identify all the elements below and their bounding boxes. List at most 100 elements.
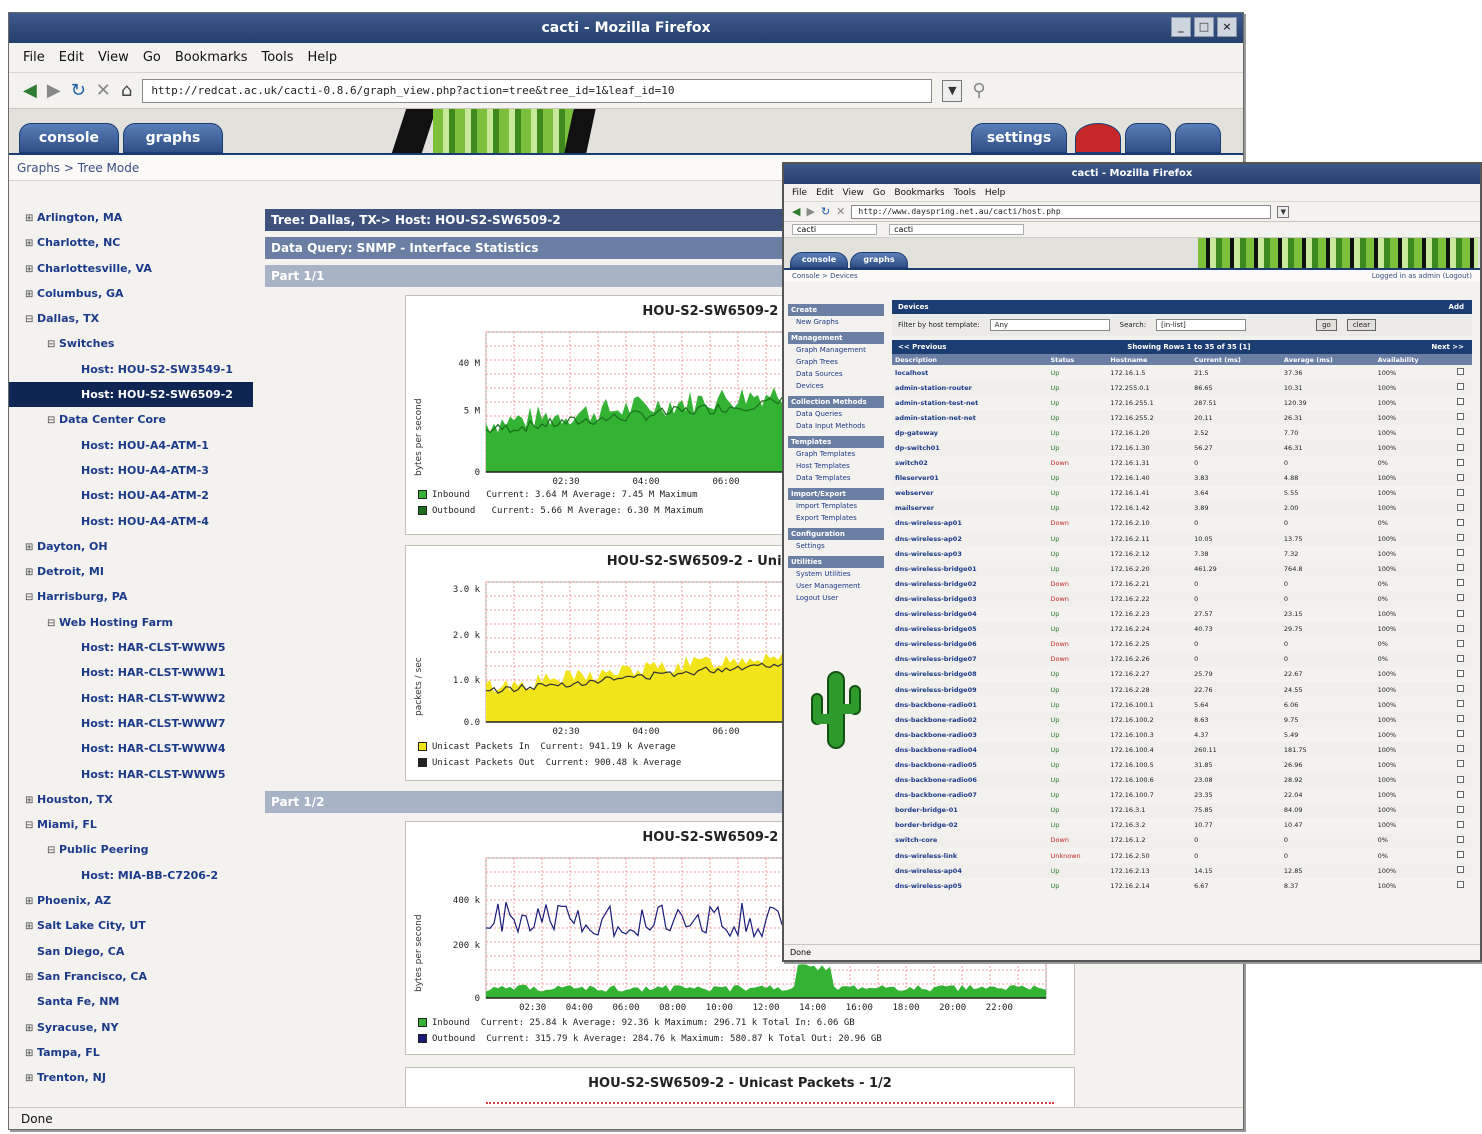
forward-arrow-icon[interactable]: ▶	[47, 81, 61, 100]
collapse-icon[interactable]: ⊟	[47, 332, 59, 356]
sidebar-item[interactable]: Graph Trees	[788, 356, 884, 368]
expand-icon[interactable]: ⊞	[25, 914, 37, 938]
table-row[interactable]: dp-switch01 Up 172.16.1.30 56.27 46.31 100%	[892, 440, 1472, 456]
table-row[interactable]: dns-backbone-radio03 Up 172.16.100.3 4.37 5.…	[892, 727, 1472, 742]
device-link[interactable]: mailserver	[892, 500, 1048, 516]
row-checkbox[interactable]	[1454, 757, 1472, 772]
device-link[interactable]: switch-core	[892, 832, 1048, 848]
tree-node[interactable]: Host: HAR-CLST-WWW2	[9, 686, 253, 711]
expand-icon[interactable]: ⊞	[25, 282, 37, 306]
table-row[interactable]: dns-wireless-bridge09 Up 172.16.2.28 22.76 2…	[892, 681, 1472, 698]
device-link[interactable]: dp-switch01	[892, 440, 1048, 456]
column-header[interactable]: Description	[892, 354, 1048, 365]
device-link[interactable]: dns-wireless-ap04	[892, 863, 1048, 879]
row-checkbox[interactable]	[1454, 546, 1472, 561]
table-row[interactable]: dns-wireless-bridge07 Down 172.16.2.26 0 0 0%	[892, 651, 1472, 667]
row-checkbox[interactable]	[1453, 651, 1472, 667]
menu-tools[interactable]: Tools	[261, 50, 293, 65]
bookmark-cacti[interactable]: cacti	[792, 224, 878, 235]
row-checkbox[interactable]	[1453, 380, 1472, 396]
device-link[interactable]: dns-wireless-bridge05	[892, 621, 1048, 637]
home-icon[interactable]: ⌂	[121, 81, 132, 100]
device-link[interactable]: dns-wireless-bridge08	[892, 667, 1047, 682]
tree-node[interactable]: ⊞ Phoenix, AZ	[9, 888, 253, 913]
tree-node[interactable]: Host: MIA-BB-C7206-2	[9, 863, 253, 888]
device-link[interactable]: admin-station-test-net	[892, 395, 1047, 410]
tree-node[interactable]: ⊞ Houston, TX	[9, 787, 253, 812]
row-checkbox[interactable]	[1454, 788, 1472, 803]
row-checkbox[interactable]	[1454, 878, 1472, 893]
expand-icon[interactable]: ⊞	[25, 1066, 37, 1090]
prev-link[interactable]: << Previous	[898, 340, 946, 354]
table-row[interactable]: dns-wireless-ap02 Up 172.16.2.11 10.05 13.75…	[892, 531, 1472, 547]
device-link[interactable]: switch02	[892, 456, 1047, 471]
row-checkbox[interactable]	[1453, 832, 1472, 848]
sidebar-item[interactable]: Export Templates	[788, 512, 884, 524]
row-checkbox[interactable]	[1454, 667, 1472, 682]
row-checkbox[interactable]	[1454, 697, 1472, 712]
login-status[interactable]: Logged in as admin (Logout)	[1372, 270, 1472, 282]
row-checkbox[interactable]	[1453, 621, 1472, 637]
table-row[interactable]: dns-wireless-bridge08 Up 172.16.2.27 25.79 2…	[892, 667, 1472, 682]
table-row[interactable]: admin-station-net-net Up 172.16.255.2 20.11…	[892, 410, 1472, 426]
expand-icon[interactable]: ⊞	[25, 889, 37, 913]
tree-node[interactable]: ⊞ Arlington, MA	[9, 205, 253, 230]
next-link[interactable]: Next >>	[1431, 340, 1464, 354]
expand-icon[interactable]: ⊞	[25, 1016, 37, 1040]
minimize-button[interactable]: _	[1171, 17, 1191, 37]
sidebar-item[interactable]: Graph Management	[788, 344, 884, 356]
table-row[interactable]: dns-backbone-radio01 Up 172.16.100.1 5.64 6.…	[892, 697, 1472, 712]
sidebar-item[interactable]: Data Templates	[788, 472, 884, 484]
back-arrow-icon[interactable]: ◀	[23, 81, 37, 100]
tree-node[interactable]: Host: HOU-A4-ATM-4	[9, 509, 253, 534]
row-checkbox[interactable]	[1454, 607, 1472, 622]
row-checkbox[interactable]	[1453, 802, 1472, 818]
device-link[interactable]: dns-wireless-link	[892, 848, 1047, 863]
sidebar-item[interactable]: Data Sources	[788, 368, 884, 380]
tree-node[interactable]: Host: HOU-A4-ATM-3	[9, 458, 253, 483]
row-checkbox[interactable]	[1453, 561, 1472, 577]
tree-node[interactable]: Host: HAR-CLST-WWW4	[9, 736, 253, 761]
device-link[interactable]: dp-gateway	[892, 425, 1047, 440]
device-link[interactable]: dns-backbone-radio04	[892, 742, 1048, 758]
sidebar-item[interactable]: New Graphs	[788, 316, 884, 328]
url-field[interactable]: http://www.dayspring.net.au/cacti/host.p…	[851, 204, 1272, 219]
sidebar-item[interactable]: Host Templates	[788, 460, 884, 472]
back-arrow-icon[interactable]: ◀	[792, 206, 800, 217]
search-input[interactable]: [in-list]	[1156, 319, 1247, 331]
stop-icon[interactable]: ✕	[836, 206, 845, 217]
tree-node[interactable]: ⊟ Miami, FL	[9, 812, 253, 837]
tree-view-icon[interactable]	[1125, 123, 1171, 153]
table-row[interactable]: dns-backbone-radio07 Up 172.16.100.7 23.35 2…	[892, 788, 1472, 803]
go-button[interactable]: go	[1316, 319, 1337, 331]
device-link[interactable]: dns-wireless-ap01	[892, 516, 1047, 531]
row-checkbox[interactable]	[1453, 681, 1472, 698]
column-header[interactable]	[1453, 354, 1472, 365]
realtime-icon[interactable]	[1075, 123, 1121, 153]
expand-icon[interactable]: ⊞	[25, 535, 37, 559]
menu-tools[interactable]: Tools	[954, 188, 976, 198]
tab-graphs[interactable]: graphs	[850, 252, 908, 268]
table-row[interactable]: dns-wireless-bridge02 Down 172.16.2.21 0 0 0%	[892, 576, 1472, 591]
device-link[interactable]: dns-wireless-ap02	[892, 531, 1048, 547]
menu-view[interactable]: View	[843, 188, 864, 198]
tree-node[interactable]: Host: HOU-A4-ATM-2	[9, 483, 253, 508]
menu-go[interactable]: Go	[873, 188, 885, 198]
collapse-icon[interactable]: ⊟	[47, 838, 59, 862]
search-icon[interactable]: ⚲	[972, 81, 985, 100]
menu-bookmarks[interactable]: Bookmarks	[894, 188, 944, 198]
row-checkbox[interactable]	[1454, 727, 1472, 742]
table-row[interactable]: dns-wireless-bridge01 Up 172.16.2.20 461.29…	[892, 561, 1472, 577]
table-row[interactable]: dp-gateway Up 172.16.1.20 2.52 7.70 100%	[892, 425, 1472, 440]
menu-edit[interactable]: Edit	[816, 188, 833, 198]
sidebar-item[interactable]: Settings	[788, 540, 884, 552]
reload-icon[interactable]: ↻	[821, 206, 830, 217]
tree-node[interactable]: Host: HAR-CLST-WWW1	[9, 660, 253, 685]
menu-help[interactable]: Help	[308, 50, 338, 65]
row-checkbox[interactable]	[1454, 395, 1472, 410]
column-header[interactable]: Hostname	[1107, 354, 1192, 365]
table-row[interactable]: webserver Up 172.16.1.41 3.64 5.55 100%	[892, 486, 1472, 501]
tree-node[interactable]: ⊞ Syracuse, NY	[9, 1015, 253, 1040]
tree-node[interactable]: ⊟ Web Hosting Farm	[9, 610, 253, 635]
sidebar-item[interactable]: Data Input Methods	[788, 420, 884, 432]
